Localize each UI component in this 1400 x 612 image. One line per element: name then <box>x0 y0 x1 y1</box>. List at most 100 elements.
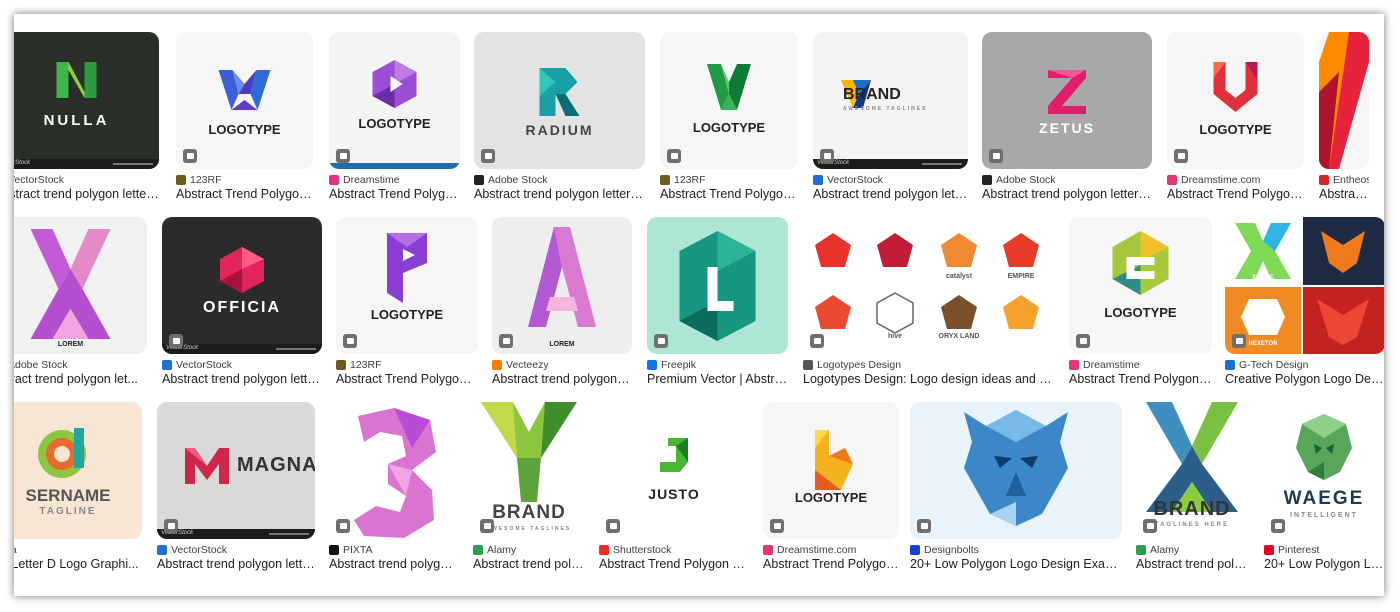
image-result-card[interactable]: LOGOTYPE Dreamstime Abstract Trend Polygon… <box>329 32 460 209</box>
result-thumbnail[interactable] <box>1319 32 1369 169</box>
result-thumbnail[interactable]: NULLA VectorStock <box>14 32 159 169</box>
result-source[interactable]: Vecteezy <box>492 358 632 372</box>
result-thumbnail[interactable]: LOGOTYPE <box>329 32 460 169</box>
image-result-card[interactable]: ZETUS Adobe Stock Abstract trend polygon l… <box>982 32 1152 209</box>
result-source[interactable]: Adobe Stock <box>14 358 147 372</box>
image-result-card[interactable]: WAEGE INTELLIGENT Pinterest 20+ Low Polygon… <box>1264 402 1384 579</box>
result-source[interactable]: 123RF <box>176 173 313 187</box>
result-source[interactable]: Dreamstime <box>329 173 460 187</box>
result-source[interactable]: Alamy <box>1136 543 1248 557</box>
result-source[interactable]: 123RF <box>336 358 478 372</box>
image-result-card[interactable]: NULLAVectorStock VectorStockAbstract tren… <box>14 32 159 209</box>
result-source[interactable]: Adobe Stock <box>982 173 1152 187</box>
result-source[interactable]: Pinterest <box>1264 543 1384 557</box>
image-result-card[interactable]: LOREM Vecteezy Abstract trend polygon le..… <box>492 217 632 394</box>
image-result-card[interactable]: LOGOTYPE 123RF Abstract Trend Polygon L... <box>660 32 798 209</box>
result-thumbnail[interactable]: LOGOTYPE <box>763 402 899 539</box>
result-title[interactable]: Premium Vector | Abstrac... <box>647 372 788 388</box>
result-source[interactable]: VectorStock <box>14 173 159 187</box>
result-source[interactable]: Entheos T <box>1319 173 1369 187</box>
result-thumbnail[interactable]: WAEGE INTELLIGENT <box>1264 402 1384 539</box>
result-title[interactable]: 20+ Low Polygon Logo Design Example... <box>910 557 1122 573</box>
result-source[interactable]: VectorStock <box>162 358 322 372</box>
image-result-card[interactable]: LOGOTYPE Dreamstime.com Abstract Trend Pol… <box>1167 32 1304 209</box>
result-title[interactable]: 20+ Low Polygon Logo <box>1264 557 1384 573</box>
result-source[interactable]: Alamy <box>473 543 585 557</box>
image-result-card[interactable]: BRAND AWESOME TAGLINES VectorStock VectorSt… <box>813 32 968 209</box>
result-source[interactable]: Logotypes Design <box>803 358 1055 372</box>
result-title[interactable]: Abstract trend poly... <box>473 557 585 573</box>
image-result-card[interactable]: Designbolts 20+ Low Polygon Logo Design E… <box>910 402 1122 579</box>
result-source[interactable]: brica <box>14 543 142 557</box>
result-source[interactable]: VectorStock <box>813 173 968 187</box>
result-source[interactable]: 123RF <box>660 173 798 187</box>
result-title[interactable]: Abstract trend polygon le... <box>492 372 632 388</box>
result-thumbnail[interactable]: BRAND TAGLINES HERE <box>1136 402 1248 539</box>
result-source[interactable]: Adobe Stock <box>474 173 645 187</box>
result-thumbnail[interactable]: LOGOTYPE <box>660 32 798 169</box>
result-title[interactable]: Abstract Trend Polygon Let... <box>599 557 749 573</box>
image-result-card[interactable]: LOREM Adobe Stockostract trend polygon le… <box>14 217 147 394</box>
result-thumbnail[interactable]: catalyst EMPIRE hive ORYX LAND <box>803 217 1055 354</box>
result-title[interactable]: Abstract trend polygon ... <box>329 557 459 573</box>
result-thumbnail[interactable]: LOGOTYPE <box>1069 217 1212 354</box>
image-result-card[interactable]: BRAND TAGLINES HERE Alamy Abstract trend po… <box>1136 402 1248 579</box>
result-title[interactable]: Creative Polygon Logo Design <box>1225 372 1384 388</box>
image-result-card[interactable]: LOGOTYPE 123RF Abstract Trend Polygon L... <box>336 217 478 394</box>
image-result-card[interactable]: catalyst EMPIRE hive ORYX LAND Logotypes Des… <box>803 217 1055 394</box>
result-thumbnail[interactable]: RADIUM <box>474 32 645 169</box>
result-title[interactable]: Abstract trend polygon letter Z l... <box>982 187 1152 203</box>
result-thumbnail[interactable] <box>910 402 1122 539</box>
result-thumbnail[interactable]: ZETUS <box>982 32 1152 169</box>
result-thumbnail[interactable]: OFFICIA VectorStock <box>162 217 322 354</box>
result-title[interactable]: Abstract Trend Polygon ... <box>329 187 460 203</box>
result-title[interactable]: Abstract Trend Polygon L... <box>176 187 313 203</box>
result-title[interactable]: Abstract trend polygon letter... <box>813 187 968 203</box>
result-source[interactable]: Dreamstime.com <box>1167 173 1304 187</box>
image-result-card[interactable]: PIXTA Abstract trend polygon ... <box>329 402 459 579</box>
result-source[interactable]: VectorStock <box>157 543 315 557</box>
result-title[interactable]: Abstract trend polygon letter ... <box>162 372 322 388</box>
result-title[interactable]: Abstract trend polygon letter ... <box>14 187 159 203</box>
image-result-card[interactable]: JUSTO Shutterstock Abstract Trend Polygon … <box>599 402 749 579</box>
image-result-card[interactable]: MAGNA VectorStock VectorStock Abstract tren… <box>157 402 315 579</box>
result-thumbnail[interactable]: SERNAME TAGLINE <box>14 402 142 539</box>
result-thumbnail[interactable]: LOGOTYPE <box>336 217 478 354</box>
result-thumbnail[interactable]: LOGOTYPE <box>1167 32 1304 169</box>
result-source[interactable]: PIXTA <box>329 543 459 557</box>
result-thumbnail[interactable]: LOREM <box>14 217 147 354</box>
image-result-card[interactable]: BRAND AWESOME TAGLINES Alamy Abstract trend… <box>473 402 585 579</box>
image-result-card[interactable]: XPLICE HEXETON G-Tech Design Creative Polyg… <box>1225 217 1384 394</box>
result-title[interactable]: Logotypes Design: Logo design ideas and … <box>803 372 1055 388</box>
result-source[interactable]: Freepik <box>647 358 788 372</box>
image-result-card[interactable]: Freepik Premium Vector | Abstrac... <box>647 217 788 394</box>
image-result-card[interactable]: RADIUM Adobe Stock Abstract trend polygon … <box>474 32 645 209</box>
image-result-card[interactable]: SERNAMETAGLINE bricaon Letter D Logo Grap… <box>14 402 142 579</box>
result-title[interactable]: on Letter D Logo Graphi... <box>14 557 142 573</box>
result-source[interactable]: Shutterstock <box>599 543 749 557</box>
result-thumbnail[interactable] <box>329 402 459 539</box>
result-title[interactable]: Abstract Trend Polygon L... <box>1069 372 1212 388</box>
result-title[interactable]: Abstract Trend Polygon L... <box>660 187 798 203</box>
result-source[interactable]: Dreamstime <box>1069 358 1212 372</box>
result-thumbnail[interactable]: MAGNA VectorStock <box>157 402 315 539</box>
result-title[interactable]: Abstract trend polygon letter ... <box>157 557 315 573</box>
result-title[interactable]: ostract trend polygon let... <box>14 372 147 388</box>
result-title[interactable]: Abstract Tr <box>1319 187 1369 203</box>
result-title[interactable]: Abstract Trend Polygon L... <box>336 372 478 388</box>
result-thumbnail[interactable]: BRAND AWESOME TAGLINES <box>473 402 585 539</box>
result-source[interactable]: Dreamstime.com <box>763 543 899 557</box>
result-title[interactable]: Abstract trend poly... <box>1136 557 1248 573</box>
image-result-card[interactable]: OFFICIA VectorStock VectorStock Abstract tr… <box>162 217 322 394</box>
result-source[interactable]: G-Tech Design <box>1225 358 1384 372</box>
result-title[interactable]: Abstract Trend Polygon L... <box>1167 187 1304 203</box>
image-result-card[interactable]: LOGOTYPE Dreamstime Abstract Trend Polygon… <box>1069 217 1212 394</box>
result-source[interactable]: Designbolts <box>910 543 1122 557</box>
result-thumbnail[interactable]: JUSTO <box>599 402 749 539</box>
result-thumbnail[interactable]: XPLICE HEXETON <box>1225 217 1384 354</box>
result-title[interactable]: Abstract Trend Polygon ... <box>763 557 899 573</box>
result-thumbnail[interactable]: BRAND AWESOME TAGLINES VectorStock <box>813 32 968 169</box>
result-thumbnail[interactable]: LOREM <box>492 217 632 354</box>
image-result-card[interactable]: LOGOTYPE 123RF Abstract Trend Polygon L... <box>176 32 313 209</box>
result-title[interactable]: Abstract trend polygon letter R l... <box>474 187 645 203</box>
